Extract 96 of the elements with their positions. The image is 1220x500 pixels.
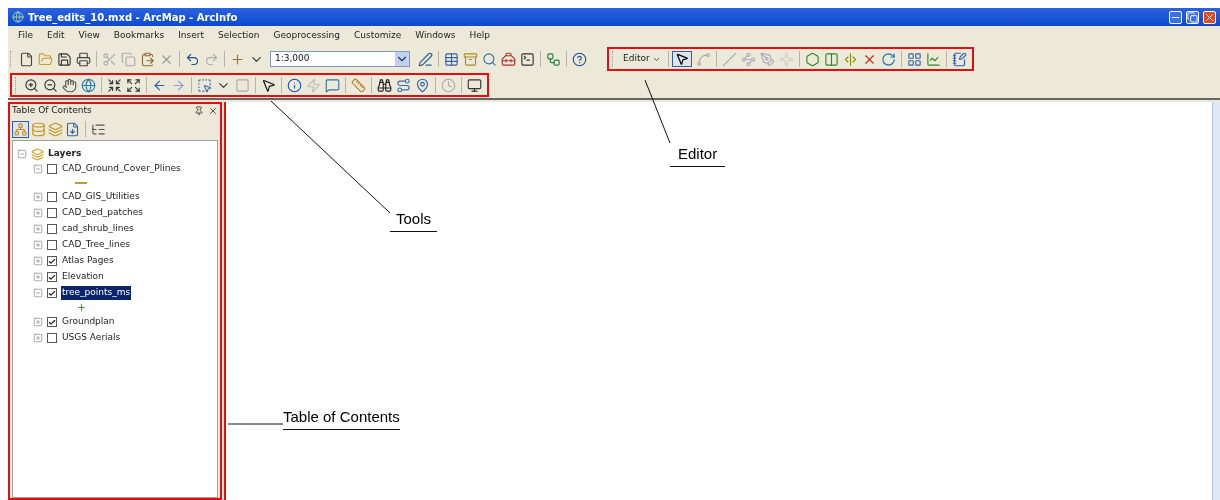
panel-title: Table Of Contents [12, 104, 93, 118]
find-icon[interactable] [377, 77, 392, 93]
menu-item[interactable]: Geoprocessing [273, 29, 340, 43]
full-extent-icon[interactable] [81, 77, 96, 93]
layer-checkbox[interactable] [47, 272, 57, 282]
edit-tool-button[interactable] [671, 51, 692, 67]
printer-icon[interactable] [76, 51, 91, 67]
forward-arrow-icon[interactable] [171, 77, 186, 93]
layer-checkbox[interactable] [47, 208, 57, 218]
check-icon [48, 317, 56, 327]
options-icon[interactable] [91, 121, 106, 137]
menu-item[interactable]: Windows [415, 29, 456, 43]
callout-label: Tools [390, 208, 438, 232]
save-icon[interactable] [57, 51, 72, 67]
measure-icon[interactable] [351, 77, 366, 93]
catalog-icon[interactable] [463, 51, 478, 67]
list-by-drawing-order-button[interactable] [12, 120, 29, 138]
fixed-zoom-out-icon[interactable] [126, 77, 141, 93]
viewer-window-icon[interactable] [467, 77, 482, 93]
select-features-icon[interactable] [197, 77, 212, 93]
zoom-out-icon[interactable] [43, 77, 58, 93]
layer-name[interactable]: USGS Aerials [61, 331, 122, 345]
minimize-icon[interactable] [1169, 10, 1182, 24]
menu-item[interactable]: Bookmarks [113, 29, 165, 43]
layer-name[interactable]: CAD_GIS_Utilities [61, 190, 141, 204]
route-icon[interactable] [396, 77, 411, 93]
create-features-icon[interactable] [951, 51, 967, 67]
pointer-icon [674, 52, 689, 66]
pan-icon[interactable] [62, 77, 77, 93]
html-popup-icon[interactable] [325, 77, 340, 93]
model-builder-icon[interactable] [546, 51, 561, 67]
python-window-icon[interactable] [520, 51, 535, 67]
time-slider-icon[interactable] [441, 77, 456, 93]
source-icon[interactable] [65, 121, 80, 137]
window-title: Tree_edits_10.mxd - ArcMap - ArcInfo [28, 10, 238, 25]
reshape-icon[interactable] [804, 51, 820, 67]
point-symbol-icon [77, 303, 86, 312]
pin-icon[interactable] [194, 106, 204, 116]
close-icon[interactable] [208, 106, 218, 116]
app-icon [12, 11, 24, 23]
help-icon[interactable] [572, 51, 587, 67]
leader-line [644, 79, 671, 144]
layer-checkbox[interactable] [47, 240, 57, 250]
menu-item[interactable]: Help [469, 29, 490, 43]
layer-name[interactable]: Groundplan [61, 315, 116, 329]
layer-checkbox[interactable] [47, 288, 57, 298]
menu-item[interactable]: Selection [218, 29, 260, 43]
layers-icon[interactable] [48, 121, 63, 137]
layers-icon [31, 147, 44, 161]
rotate-icon[interactable] [880, 51, 896, 67]
layer-checkbox[interactable] [47, 164, 57, 174]
callout-label: Table of Contents [283, 406, 400, 430]
menu-item[interactable]: Customize [354, 29, 402, 43]
layer-name[interactable]: Atlas Pages [61, 254, 115, 268]
editor-toolbar-toggle-icon[interactable] [418, 51, 433, 67]
scale-field[interactable]: 1:3,000 [270, 51, 410, 67]
attributes-icon[interactable] [906, 51, 922, 67]
editor-menu-button[interactable]: Editor [619, 52, 665, 66]
pointer-icon[interactable] [261, 77, 276, 93]
data-frame-name[interactable]: Layers [48, 147, 82, 161]
split-icon[interactable] [842, 51, 858, 67]
go-to-xy-icon[interactable] [415, 77, 430, 93]
layer-name[interactable]: cad_shrub_lines [61, 222, 135, 236]
table-icon[interactable] [444, 51, 459, 67]
layer-checkbox[interactable] [47, 224, 57, 234]
fixed-zoom-in-icon[interactable] [107, 77, 122, 93]
restore-icon[interactable] [1186, 10, 1199, 24]
new-document-icon[interactable] [19, 51, 34, 67]
zoom-in-icon[interactable] [24, 77, 39, 93]
line-symbol-icon [75, 182, 87, 184]
search-window-icon[interactable] [482, 51, 497, 67]
menu-item[interactable]: Insert [178, 29, 204, 43]
layer-checkbox[interactable] [47, 333, 57, 343]
layers-tree-icon [14, 122, 27, 136]
leader-line [227, 423, 284, 425]
layer-name[interactable]: tree_points_ms [61, 286, 132, 300]
menu-item[interactable]: View [78, 29, 100, 43]
undo-icon[interactable] [185, 51, 200, 67]
close-icon[interactable] [1203, 10, 1216, 24]
paste-icon[interactable] [140, 51, 155, 67]
dropdown-caret-icon [395, 52, 409, 66]
cut-polygons-icon[interactable] [823, 51, 839, 67]
callout-label: Editor [670, 143, 726, 167]
toolbox-icon[interactable] [501, 51, 516, 67]
sketch-properties-icon[interactable] [925, 51, 941, 67]
layer-name[interactable]: CAD_Tree_lines [61, 238, 132, 252]
layer-name[interactable]: Elevation [61, 270, 105, 284]
database-icon[interactable] [31, 121, 46, 137]
layer-checkbox[interactable] [47, 192, 57, 202]
identify-icon[interactable] [287, 77, 302, 93]
menu-item[interactable]: Edit [47, 29, 65, 43]
layer-name[interactable]: CAD_bed_patches [61, 206, 144, 220]
layer-name[interactable]: CAD_Ground_Cover_Plines [61, 162, 182, 176]
layer-checkbox[interactable] [47, 256, 57, 266]
layer-checkbox[interactable] [47, 317, 57, 327]
menu-item[interactable]: File [18, 29, 34, 43]
